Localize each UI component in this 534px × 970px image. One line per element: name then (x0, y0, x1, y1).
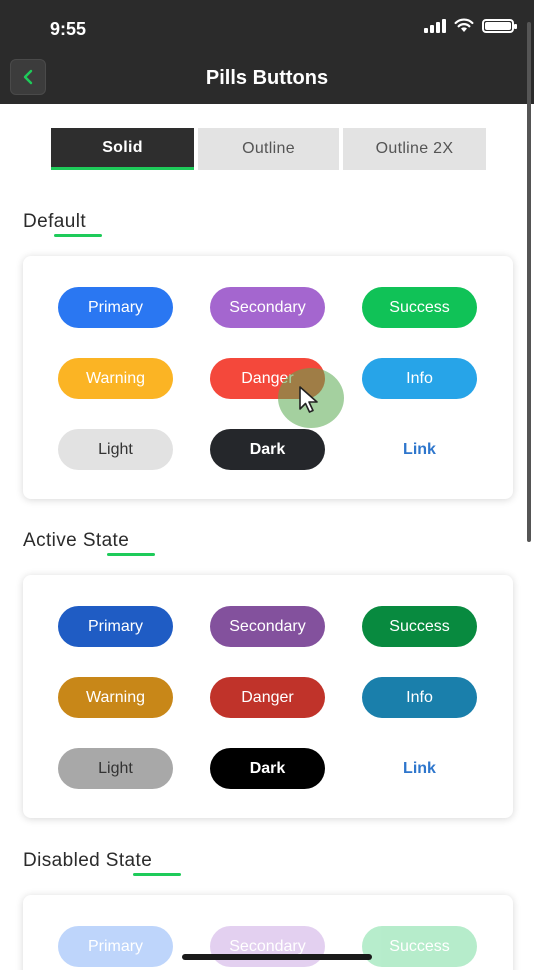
danger-active-button[interactable]: Danger (210, 677, 325, 718)
section-title-default: Default (23, 211, 87, 232)
light-active-button[interactable]: Light (58, 748, 173, 789)
link-active-button[interactable]: Link (362, 748, 477, 789)
section-title-active: Active State (23, 530, 130, 551)
app-header: 9:55 Pills Buttons (0, 0, 534, 104)
primary-button[interactable]: Primary (58, 287, 173, 328)
section-underline (107, 553, 155, 556)
link-button[interactable]: Link (362, 429, 477, 470)
mouse-pointer-icon (299, 386, 318, 413)
secondary-active-button[interactable]: Secondary (210, 606, 325, 647)
status-icons (424, 18, 517, 33)
success-active-button[interactable]: Success (362, 606, 477, 647)
wifi-icon (454, 18, 474, 32)
success-disabled-button: Success (362, 926, 477, 967)
cellular-signal-icon (424, 18, 446, 33)
section-title-disabled: Disabled State (23, 850, 153, 871)
info-button[interactable]: Info (362, 358, 477, 399)
secondary-disabled-button: Secondary (210, 926, 325, 967)
primary-active-button[interactable]: Primary (58, 606, 173, 647)
status-time: 9:55 (50, 19, 87, 39)
battery-icon (482, 18, 517, 33)
warning-button[interactable]: Warning (58, 358, 173, 399)
tab-outline[interactable]: Outline (198, 128, 339, 170)
segmented-tabs: Solid Outline Outline 2X (51, 128, 486, 170)
secondary-button[interactable]: Secondary (210, 287, 325, 328)
scrollbar[interactable] (527, 22, 531, 542)
dark-button[interactable]: Dark (210, 429, 325, 470)
primary-disabled-button: Primary (58, 926, 173, 967)
warning-active-button[interactable]: Warning (58, 677, 173, 718)
home-indicator (182, 954, 372, 960)
section-underline (133, 873, 181, 876)
tab-outline-2x[interactable]: Outline 2X (343, 128, 486, 170)
dark-active-button[interactable]: Dark (210, 748, 325, 789)
info-active-button[interactable]: Info (362, 677, 477, 718)
success-button[interactable]: Success (362, 287, 477, 328)
section-underline (54, 234, 102, 237)
tab-solid[interactable]: Solid (51, 128, 194, 170)
card-default: Primary Secondary Success Warning Danger… (23, 256, 513, 499)
light-button[interactable]: Light (58, 429, 173, 470)
page-title: Pills Buttons (205, 67, 329, 89)
card-active: Primary Secondary Success Warning Danger… (23, 575, 513, 818)
